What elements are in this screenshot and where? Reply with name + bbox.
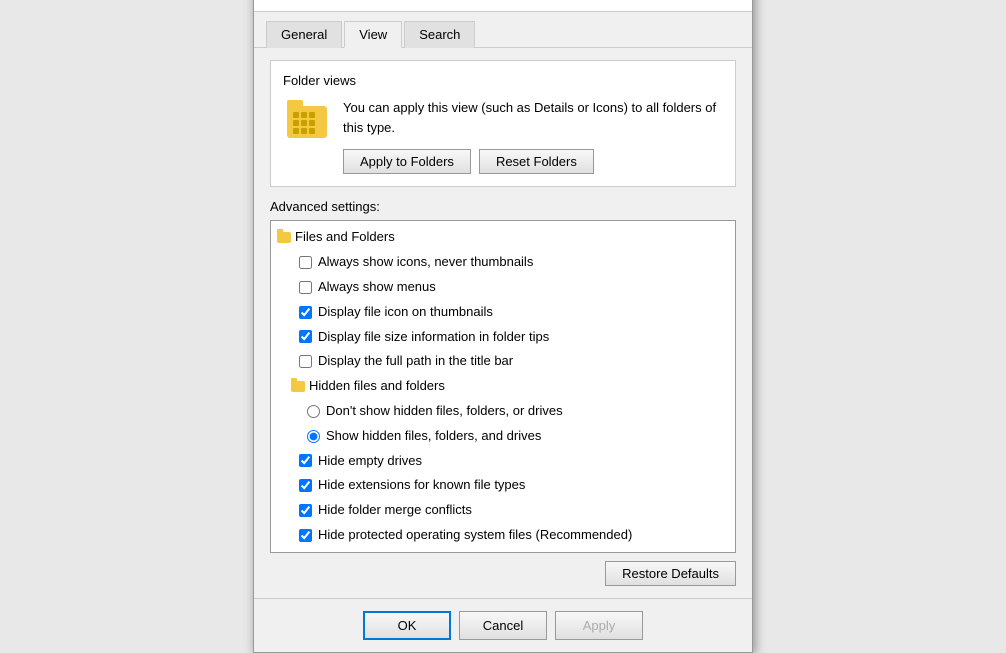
tab-search[interactable]: Search — [404, 21, 475, 48]
folder-views-description: You can apply this view (such as Details… — [343, 98, 723, 137]
folder-views-title: Folder views — [283, 73, 723, 88]
radio-dont-show-hidden-input[interactable] — [307, 405, 320, 418]
cancel-button[interactable]: Cancel — [459, 611, 547, 640]
folder-icon-area — [283, 98, 331, 146]
checkbox-hide-folder-merge-input[interactable] — [299, 504, 312, 517]
folder-icon — [287, 106, 327, 138]
folder-views-section: Folder views — [270, 60, 736, 187]
radio-show-hidden: Show hidden files, folders, and drives — [271, 424, 735, 449]
checkbox-display-full-path: Display the full path in the title bar — [271, 349, 735, 374]
tab-content-view: Folder views — [254, 48, 752, 597]
tab-bar: General View Search — [254, 12, 752, 48]
folder-icon-grid — [293, 112, 315, 134]
checkbox-display-file-size-input[interactable] — [299, 330, 312, 343]
folder-dot — [309, 112, 315, 118]
checkbox-display-full-path-input[interactable] — [299, 355, 312, 368]
checkbox-hide-empty-drives-input[interactable] — [299, 454, 312, 467]
folder-options-dialog: Folder Options ✕ General View Search Fol… — [253, 0, 753, 653]
checkbox-always-show-icons-input[interactable] — [299, 256, 312, 269]
folder-dot — [301, 112, 307, 118]
folder-dot — [293, 120, 299, 126]
reset-folders-button[interactable]: Reset Folders — [479, 149, 594, 174]
advanced-settings-tree: Files and Folders Always show icons, nev… — [270, 220, 736, 552]
apply-button[interactable]: Apply — [555, 611, 643, 640]
ok-button[interactable]: OK — [363, 611, 451, 640]
folder-dot — [293, 112, 299, 118]
checkbox-always-show-icons: Always show icons, never thumbnails — [271, 250, 735, 275]
folder-dot — [301, 120, 307, 126]
checkbox-hide-empty-drives: Hide empty drives — [271, 449, 735, 474]
title-bar: Folder Options ✕ — [254, 0, 752, 12]
restore-defaults-button[interactable]: Restore Defaults — [605, 561, 736, 586]
checkbox-hide-folder-merge: Hide folder merge conflicts — [271, 498, 735, 523]
small-folder-icon — [277, 232, 291, 243]
close-button[interactable]: ✕ — [716, 0, 740, 3]
folder-views-inner: You can apply this view (such as Details… — [283, 98, 723, 174]
checkbox-display-file-icon: Display file icon on thumbnails — [271, 300, 735, 325]
folder-views-description-area: You can apply this view (such as Details… — [343, 98, 723, 174]
apply-to-folders-button[interactable]: Apply to Folders — [343, 149, 471, 174]
folder-small-icon-2 — [291, 380, 305, 394]
restore-defaults-area: Restore Defaults — [270, 553, 736, 586]
checkbox-display-file-size: Display file size information in folder … — [271, 325, 735, 350]
sub-category-hidden-files: Hidden files and folders — [271, 374, 735, 399]
folder-dot — [293, 128, 299, 134]
checkbox-hide-extensions: Hide extensions for known file types — [271, 473, 735, 498]
folder-dot — [301, 128, 307, 134]
advanced-settings-label: Advanced settings: — [270, 199, 736, 214]
small-folder-icon-2 — [291, 381, 305, 392]
folder-small-icon — [277, 231, 291, 245]
checkbox-always-show-menus: Always show menus — [271, 275, 735, 300]
folder-dot — [309, 128, 315, 134]
checkbox-hide-protected: Hide protected operating system files (R… — [271, 523, 735, 548]
dialog-bottom-buttons: OK Cancel Apply — [254, 598, 752, 652]
radio-show-hidden-input[interactable] — [307, 430, 320, 443]
radio-dont-show-hidden: Don't show hidden files, folders, or dri… — [271, 399, 735, 424]
folder-dot — [309, 120, 315, 126]
folder-views-buttons: Apply to Folders Reset Folders — [343, 149, 723, 174]
tab-general[interactable]: General — [266, 21, 342, 48]
checkbox-hide-extensions-input[interactable] — [299, 479, 312, 492]
tab-view[interactable]: View — [344, 21, 402, 48]
checkbox-hide-protected-input[interactable] — [299, 529, 312, 542]
category-files-and-folders: Files and Folders — [271, 225, 735, 250]
checkbox-always-show-menus-input[interactable] — [299, 281, 312, 294]
checkbox-display-file-icon-input[interactable] — [299, 306, 312, 319]
advanced-settings-scroll[interactable]: Files and Folders Always show icons, nev… — [271, 221, 735, 551]
